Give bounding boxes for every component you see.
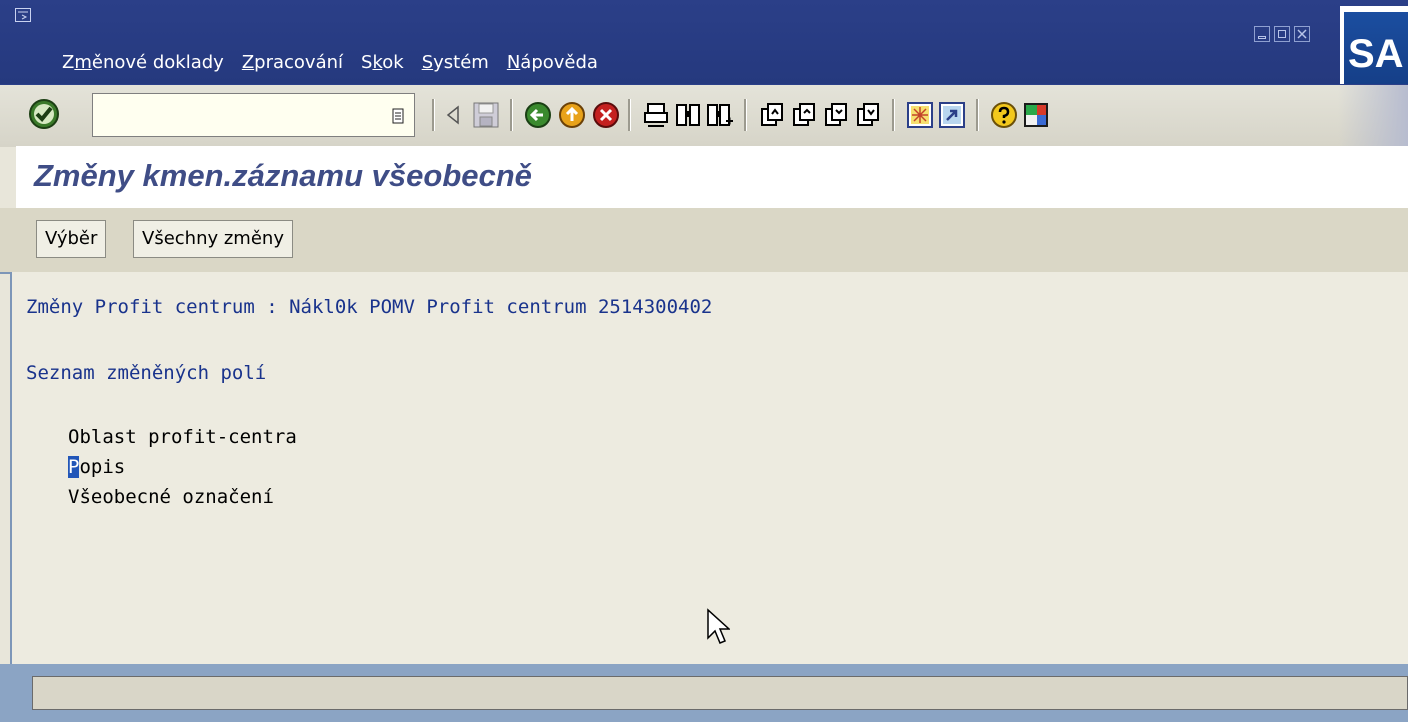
back-icon[interactable] <box>524 101 552 129</box>
page-title: Změny kmen.záznamu všeobecně <box>34 158 532 193</box>
previous-page-icon[interactable] <box>790 101 818 129</box>
next-page-icon[interactable] <box>822 101 850 129</box>
toolbar-separator <box>432 99 435 131</box>
all-changes-button[interactable]: Všechny změny <box>133 220 293 258</box>
window-controls <box>1254 26 1310 42</box>
command-history-icon[interactable] <box>392 108 404 124</box>
last-page-icon[interactable] <box>854 101 882 129</box>
system-menu-icon[interactable] <box>15 8 31 22</box>
toolbar-separator <box>628 99 631 131</box>
title-bar: Změny kmen.záznamu všeobecně <box>16 146 1408 208</box>
enter-check-icon[interactable] <box>26 96 62 132</box>
print-icon[interactable] <box>642 101 670 129</box>
toolbar-separator <box>744 99 747 131</box>
status-message-field <box>32 676 1408 710</box>
selection-button[interactable]: Výběr <box>36 220 107 258</box>
help-icon[interactable] <box>990 101 1018 129</box>
toolbar-separator <box>510 99 513 131</box>
application-toolbar: Výběr Všechny změny <box>0 208 1408 274</box>
sap-logo: SA <box>1340 6 1408 84</box>
minimize-button[interactable] <box>1254 26 1270 42</box>
changed-field-item[interactable]: Všeobecné označení <box>68 486 274 508</box>
standard-toolbar <box>0 84 1408 147</box>
menu-item-processing[interactable]: Zpracování <box>242 52 343 73</box>
changed-field-item[interactable]: Popis <box>68 456 125 478</box>
save-icon[interactable] <box>472 101 500 129</box>
sap-window: Změnové doklady Zpracování Skok Systém N… <box>0 0 1408 722</box>
menu-bar: Změnové doklady Zpracování Skok Systém N… <box>0 0 1408 84</box>
change-list-area: Změny Profit centrum : Nákl0k POMV Profi… <box>10 272 1408 664</box>
layout-menu-icon[interactable] <box>1022 101 1050 129</box>
change-header-line: Změny Profit centrum : Nákl0k POMV Profi… <box>26 296 713 318</box>
cancel-icon[interactable] <box>592 101 620 129</box>
command-field[interactable] <box>92 93 415 137</box>
shortcut-icon[interactable] <box>938 101 966 129</box>
text-cursor: P <box>68 456 80 478</box>
close-icon <box>1297 29 1307 39</box>
find-next-icon[interactable] <box>706 101 734 129</box>
toolbar-decoration <box>1338 85 1408 147</box>
changed-field-item[interactable]: Oblast profit-centra <box>68 426 297 448</box>
changed-fields-heading: Seznam změněných polí <box>26 362 267 384</box>
first-page-icon[interactable] <box>758 101 786 129</box>
menu-item-change-documents[interactable]: Změnové doklady <box>62 52 224 73</box>
toolbar-separator <box>976 99 979 131</box>
menu-item-system[interactable]: Systém <box>422 52 489 73</box>
menu-items: Změnové doklady Zpracování Skok Systém N… <box>62 52 616 73</box>
command-input[interactable] <box>97 98 381 134</box>
maximize-button[interactable] <box>1274 26 1290 42</box>
back-arrow-icon[interactable] <box>446 101 460 129</box>
menu-item-goto[interactable]: Skok <box>361 52 404 73</box>
close-button[interactable] <box>1294 26 1310 42</box>
exit-icon[interactable] <box>558 101 586 129</box>
status-bar <box>0 664 1408 722</box>
create-session-icon[interactable] <box>906 101 934 129</box>
menu-item-help[interactable]: Nápověda <box>507 52 598 73</box>
mouse-pointer-icon <box>707 608 730 644</box>
find-icon[interactable] <box>674 101 702 129</box>
toolbar-separator <box>892 99 895 131</box>
